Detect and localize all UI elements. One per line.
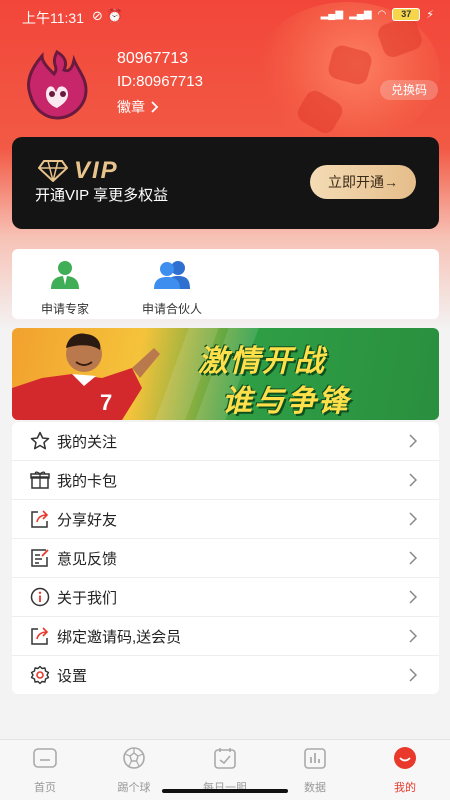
menu-item-label: 意见反馈	[57, 550, 118, 568]
gift-icon	[30, 471, 50, 489]
vip-logo: VIP	[38, 157, 119, 185]
diamond-icon	[38, 160, 68, 182]
charging-icon: ⚡	[426, 9, 434, 21]
chevron-right-icon	[409, 551, 417, 565]
status-right: ▂▄▆ ▂▄▆ ◠ 37 ⚡	[321, 8, 434, 21]
soccer-ball-icon	[123, 747, 145, 769]
chevron-right-icon	[409, 668, 417, 682]
menu-item-follow[interactable]: 我的关注	[12, 422, 439, 461]
expert-person-icon	[51, 261, 79, 289]
chevron-right-icon	[151, 101, 159, 113]
calendar-check-icon	[214, 748, 236, 769]
menu-item-settings[interactable]: 设置	[12, 656, 439, 695]
profile-smile-icon	[394, 747, 416, 769]
soccer-player-illustration: 7	[12, 333, 160, 420]
partner-people-icon	[154, 261, 190, 289]
share-icon	[31, 510, 49, 528]
menu-item-label: 绑定邀请码,送会员	[57, 628, 182, 646]
star-icon	[30, 431, 50, 450]
tab-label: 我的	[394, 782, 416, 794]
menu-item-label: 分享好友	[57, 511, 118, 529]
tab-label: 数据	[304, 782, 326, 794]
chevron-right-icon	[409, 434, 417, 448]
bar-chart-icon	[304, 748, 326, 769]
apply-partner-label: 申请合伙人	[141, 302, 202, 316]
battery-icon: 37	[392, 8, 421, 21]
notification-icons: ⊘ ⏰	[92, 8, 123, 23]
home-indicator[interactable]	[162, 789, 288, 793]
tab-label: 首页	[34, 782, 56, 794]
tab-data[interactable]: 数据	[280, 746, 350, 795]
user-id: ID:80967713	[117, 73, 203, 90]
menu-item-about[interactable]: 关于我们	[12, 578, 439, 617]
user-name: 80967713	[117, 50, 189, 67]
menu-item-card-wallet[interactable]: 我的卡包	[12, 461, 439, 500]
menu-item-invite-code[interactable]: 绑定邀请码,送会员	[12, 617, 439, 656]
vip-subtitle: 开通VIP 享更多权益	[35, 187, 169, 204]
menu-item-share[interactable]: 分享好友	[12, 500, 439, 539]
badge-label: 徽章	[117, 99, 145, 115]
menu-item-label: 设置	[57, 668, 88, 685]
menu-item-label: 我的关注	[57, 433, 118, 451]
apply-panel: 申请专家 申请合伙人	[12, 249, 439, 319]
status-bar: 上午11:31 ⊘ ⏰ ▂▄▆ ▂▄▆ ◠ 37 ⚡	[0, 0, 450, 32]
signal-icon: ▂▄▆	[349, 9, 372, 20]
chevron-right-icon	[409, 473, 417, 487]
tab-mine[interactable]: 我的	[370, 746, 440, 795]
banner-line1: 激情开战	[198, 345, 326, 378]
tab-daily-pick[interactable]: 每日一胆	[190, 746, 260, 795]
apply-expert-label: 申请专家	[40, 302, 89, 316]
avatar[interactable]	[20, 48, 94, 122]
wifi-icon: ◠	[377, 9, 387, 20]
flame-logo-icon	[27, 49, 88, 120]
signal-icon: ▂▄▆	[320, 9, 344, 20]
vip-open-button[interactable]: 立即开通→	[310, 165, 416, 199]
chevron-right-icon	[409, 590, 417, 604]
svg-text:7: 7	[100, 390, 112, 415]
status-time: 上午11:31	[22, 10, 84, 26]
menu-list: 我的关注 我的卡包 分享好友 意见反馈 关于我们 绑定邀请码,送会员 设置	[12, 422, 439, 694]
menu-item-feedback[interactable]: 意见反馈	[12, 539, 439, 578]
apply-expert-button[interactable]: 申请专家	[20, 259, 110, 317]
menu-item-label: 关于我们	[57, 589, 118, 607]
banner-line2: 谁与争锋	[222, 385, 350, 418]
gear-icon	[30, 665, 50, 685]
redeem-code-button[interactable]: 兑换码	[380, 80, 438, 100]
menu-item-label: 我的卡包	[57, 472, 118, 490]
chevron-right-icon	[409, 629, 417, 643]
apply-partner-button[interactable]: 申请合伙人	[127, 259, 217, 317]
tab-play-ball[interactable]: 踢个球	[99, 746, 169, 795]
badge-link[interactable]: 徽章	[117, 97, 159, 117]
info-icon	[30, 587, 50, 607]
tab-label: 踢个球	[117, 782, 151, 794]
home-icon	[33, 748, 57, 768]
feedback-icon	[31, 549, 49, 567]
vip-logo-text: VIP	[74, 157, 119, 184]
promo-banner[interactable]: 7 激情开战 谁与争锋	[12, 328, 439, 420]
chevron-right-icon	[409, 512, 417, 526]
invite-share-icon	[31, 627, 49, 645]
tab-home[interactable]: 首页	[10, 746, 80, 795]
vip-card[interactable]: VIP 开通VIP 享更多权益 立即开通→	[12, 137, 439, 229]
